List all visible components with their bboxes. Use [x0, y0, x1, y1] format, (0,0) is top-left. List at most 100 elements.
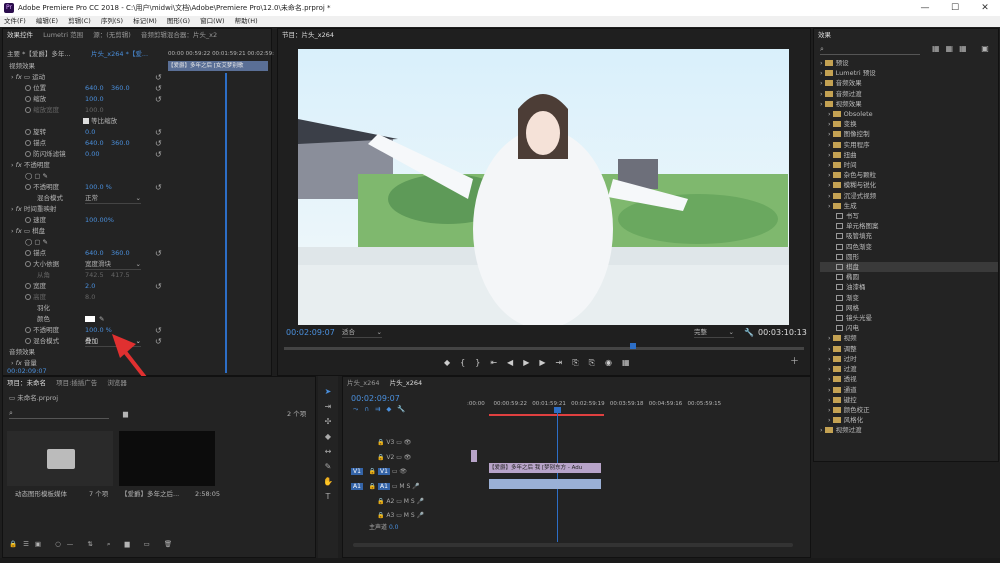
position-x[interactable]: 640.0	[85, 83, 104, 94]
effects-folder[interactable]: › 变换	[820, 119, 998, 129]
checkerboard-effect[interactable]: › fx ▭ 棋盘	[11, 226, 45, 237]
effects-folder[interactable]: › 风格化	[820, 415, 998, 425]
time-remap-effect[interactable]: › fx 时间重映射	[11, 204, 56, 215]
effects-folder[interactable]: › 通道	[820, 385, 998, 395]
effects-folder[interactable]: › 模糊与锐化	[820, 180, 998, 190]
effects-folder[interactable]: › 颜色校正	[820, 405, 998, 415]
color-swatch[interactable]	[85, 316, 95, 322]
timeline-playhead-handle[interactable]	[554, 407, 561, 413]
effects-item[interactable]: 渐变	[820, 293, 998, 303]
width-value[interactable]: 2.0	[85, 281, 95, 292]
minimize-button[interactable]: —	[910, 0, 940, 16]
tab-browser[interactable]: 浏览器	[107, 379, 127, 387]
effects-folder[interactable]: › 杂色与颗粒	[820, 170, 998, 180]
effects-folder[interactable]: › 生成	[820, 201, 998, 211]
eyedropper-icon[interactable]: ✎	[99, 314, 104, 325]
effects-folder[interactable]: › 调整	[820, 344, 998, 354]
bin-thumbnail[interactable]	[7, 431, 113, 486]
reset-icon[interactable]: ↺	[155, 73, 162, 82]
reset-icon[interactable]: ↺	[155, 84, 162, 93]
corner-x[interactable]: 742.5	[85, 270, 104, 281]
scale-width-value[interactable]: 100.0	[85, 105, 104, 116]
project-footer-icons[interactable]: 🔒☰▣ ○— ⇅ ⌕ ▆ ▭ 🗑	[9, 539, 178, 550]
tab-sequence-2[interactable]: 片头_x264	[390, 379, 423, 387]
new-bin-icon[interactable]: ▆	[123, 409, 128, 420]
effects-item[interactable]: 椭圆	[820, 272, 998, 282]
size-source-select[interactable]: 宽度滑块 ⌄	[85, 259, 141, 270]
tab-lumetri-scopes[interactable]: Lumetri 范围	[43, 31, 83, 39]
source-clip-label[interactable]: 主要 *【爱爵】多年...	[7, 49, 71, 60]
reset-icon[interactable]: ↺	[155, 282, 162, 291]
checker-mask-tools[interactable]: ◯ ▢ ✎	[25, 237, 48, 248]
position-y[interactable]: 360.0	[111, 83, 130, 94]
menu-clip[interactable]: 剪辑(C)	[68, 17, 91, 25]
timeline-ruler[interactable]: :00:00 00:00:59:22 00:01:59:21 00:02:59:…	[467, 399, 807, 410]
program-playhead[interactable]	[630, 343, 636, 349]
maximize-button[interactable]: ☐	[940, 0, 970, 16]
uniform-scale-checkbox[interactable]: 等比缩放	[83, 116, 117, 127]
effects-item[interactable]: 油漆桶	[820, 282, 998, 292]
track-a2[interactable]: 🔒 A2 ▭ M S 🎤	[377, 496, 424, 507]
effects-item[interactable]: 棋盘	[820, 262, 998, 273]
effects-item[interactable]: 镜头光晕	[820, 313, 998, 323]
tab-effect-controls[interactable]: 效果控件	[7, 31, 33, 39]
program-scrub-bar[interactable]	[284, 347, 804, 350]
master-track[interactable]: 主声道 0.0	[369, 522, 398, 533]
track-v2[interactable]: 🔒 V2 ▭ 👁	[377, 452, 411, 463]
effects-item[interactable]: 闪电	[820, 323, 998, 333]
reset-icon[interactable]: ↺	[155, 183, 162, 192]
effects-folder[interactable]: › 沉浸式视频	[820, 191, 998, 201]
close-button[interactable]: ✕	[970, 0, 1000, 16]
effects-folder[interactable]: › 视频	[820, 333, 998, 343]
track-a3[interactable]: 🔒 A3 ▭ M S 🎤	[377, 510, 424, 521]
effects-folder[interactable]: › 音频过渡	[820, 89, 998, 99]
reset-icon[interactable]: ↺	[155, 128, 162, 137]
clip-thumbnail[interactable]	[119, 431, 215, 486]
checker-anchor-x[interactable]: 640.0	[85, 248, 104, 259]
work-area-bar[interactable]	[489, 414, 604, 416]
timeline-current-time[interactable]: 00:02:09:07	[351, 393, 400, 404]
quality-select[interactable]: 完整 ⌄	[694, 327, 734, 338]
menu-file[interactable]: 文件(F)	[4, 17, 26, 25]
track-v3[interactable]: 🔒 V3 ▭ 👁	[377, 437, 411, 448]
checker-anchor-y[interactable]: 360.0	[111, 248, 130, 259]
menu-edit[interactable]: 编辑(E)	[36, 17, 58, 25]
ec-playhead[interactable]	[225, 73, 227, 373]
menu-marker[interactable]: 标记(M)	[133, 17, 157, 25]
effects-folder[interactable]: › 过时	[820, 354, 998, 364]
effects-folder[interactable]: › 扭曲	[820, 150, 998, 160]
tab-audio-clip-mixer[interactable]: 音频剪辑混合器：片头_x2	[141, 31, 217, 39]
effects-folder[interactable]: › 图像控制	[820, 129, 998, 139]
menu-window[interactable]: 窗口(W)	[200, 17, 225, 25]
add-button-icon[interactable]: ＋	[790, 357, 799, 368]
menu-graphics[interactable]: 图形(G)	[167, 17, 190, 25]
effects-folder[interactable]: › 视频效果	[820, 99, 998, 109]
effects-folder[interactable]: › Obsolete	[820, 109, 998, 119]
corner-y[interactable]: 417.5	[111, 270, 130, 281]
effects-folder[interactable]: › 音频效果	[820, 78, 998, 88]
effects-folder[interactable]: › 时间	[820, 160, 998, 170]
anchor-y[interactable]: 360.0	[111, 138, 130, 149]
timeline-scrollbar[interactable]	[353, 543, 793, 547]
transport-controls[interactable]: ◆{}⇤◀▶▶⇥⎘⎘◉▦	[444, 357, 640, 368]
sequence-clip-label[interactable]: 片头_x264 *【爱...	[91, 49, 148, 60]
effects-folder[interactable]: › 实用程序	[820, 140, 998, 150]
effects-item[interactable]: 吸管填充	[820, 231, 998, 241]
effects-folder[interactable]: › 预设	[820, 58, 998, 68]
video-frame[interactable]	[298, 49, 789, 325]
effects-toolbar-icons[interactable]: ▦▦▦ ▣ ▭	[932, 43, 1000, 54]
effects-folder[interactable]: › 键控	[820, 395, 998, 405]
effects-folder[interactable]: › Lumetri 预设	[820, 68, 998, 78]
track-v1[interactable]: V1 🔒 V1 ▭ 👁	[351, 466, 407, 477]
opacity-value[interactable]: 100.0 %	[85, 182, 112, 193]
track-select-tool-icon[interactable]: ⇥	[322, 401, 334, 413]
effects-folder[interactable]: › 视频过渡	[820, 425, 998, 435]
speed-value[interactable]: 100.00%	[85, 215, 114, 226]
tab-source[interactable]: 源：(无剪辑)	[93, 31, 131, 39]
reset-icon[interactable]: ↺	[155, 150, 162, 159]
project-search-input[interactable]: ⌕	[9, 409, 109, 419]
opacity-effect[interactable]: › fx 不透明度	[11, 160, 50, 171]
hand-tool-icon[interactable]: ✋	[322, 476, 334, 488]
effects-item[interactable]: 四色渐变	[820, 242, 998, 252]
effects-folder[interactable]: › 过渡	[820, 364, 998, 374]
